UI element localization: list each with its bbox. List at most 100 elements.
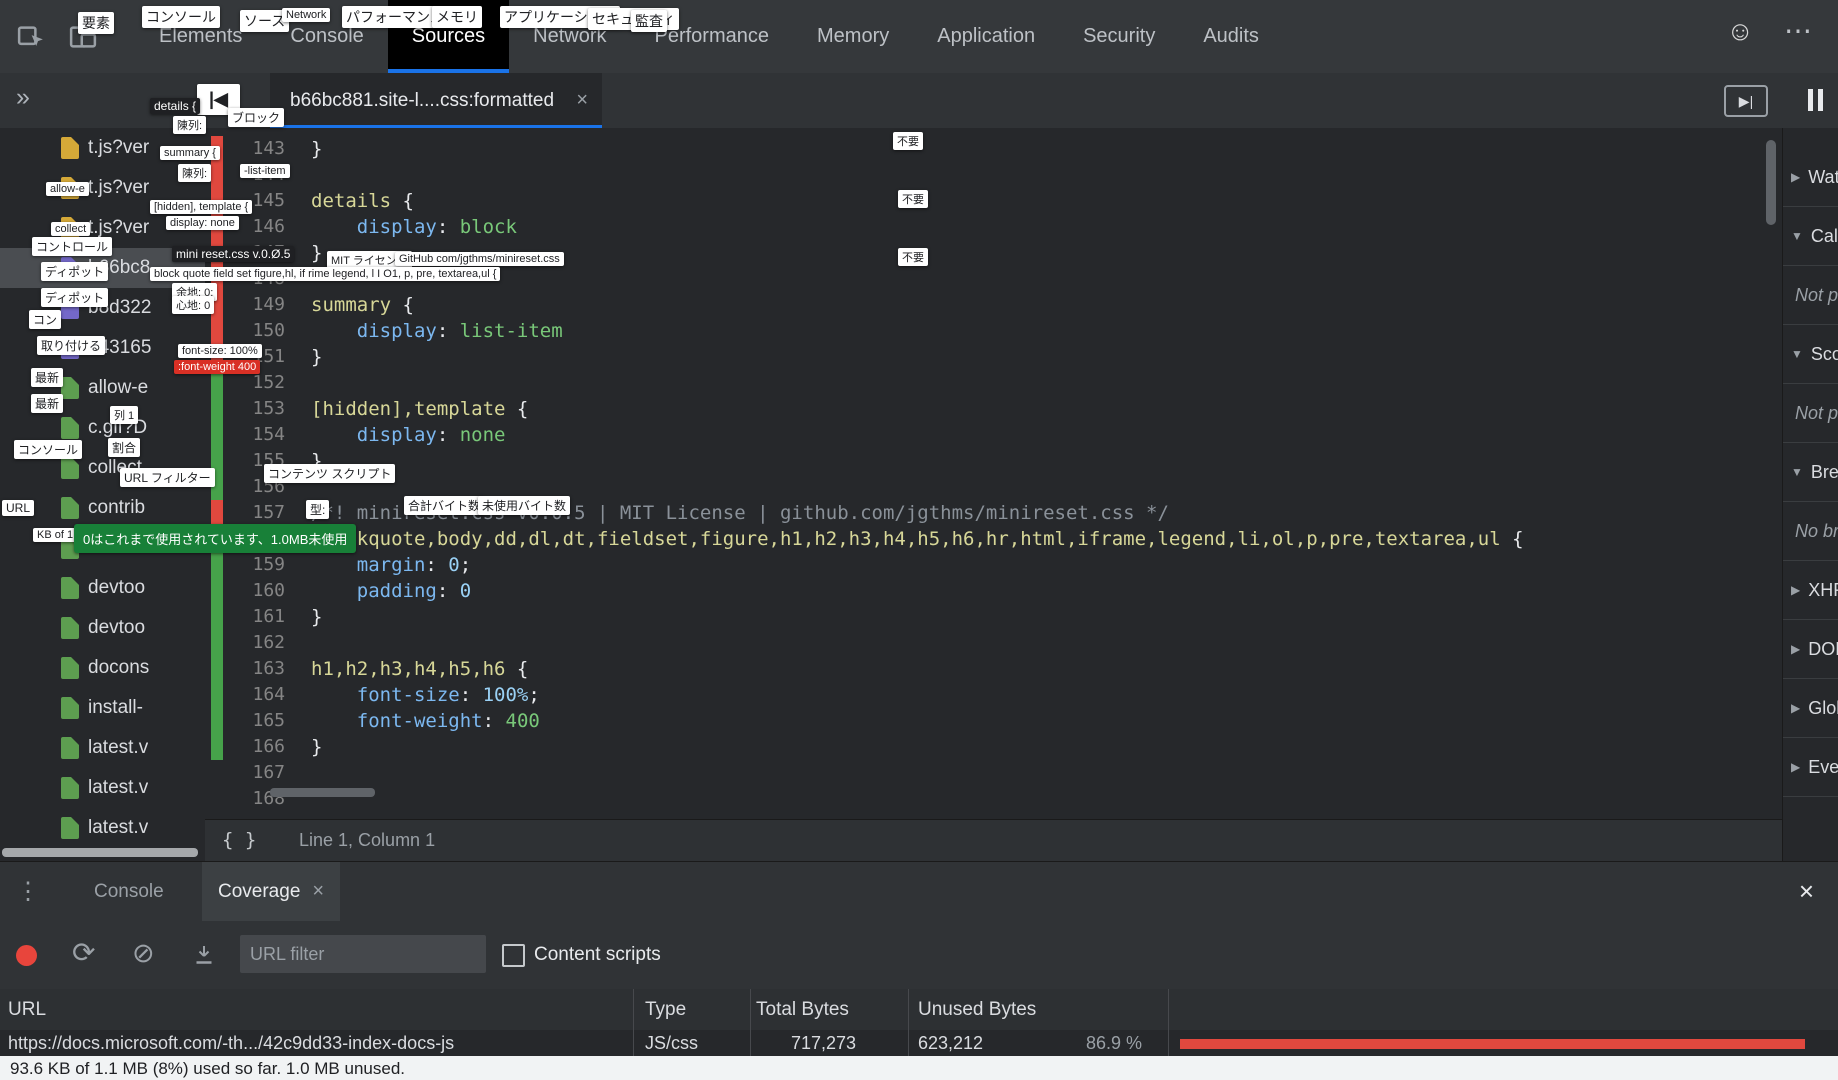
- drawer-tab-coverage[interactable]: Coverage×: [202, 862, 340, 921]
- line-number[interactable]: 163: [223, 656, 299, 682]
- debug-section-event-listener-breakpoints[interactable]: ▶Event Listener Breakpoints: [1783, 738, 1838, 797]
- debug-section-xhr-breakpoints[interactable]: ▶XHR Breakpoints: [1783, 561, 1838, 620]
- code-text[interactable]: [hidden],template {: [299, 396, 528, 422]
- editor-file-tab[interactable]: b66bc881.site-l....css:formatted ×: [270, 73, 602, 128]
- line-number[interactable]: 160: [223, 578, 299, 604]
- translate-overlay: コンソール: [14, 440, 82, 459]
- file-item[interactable]: latest.v: [0, 768, 205, 808]
- line-number[interactable]: 161: [223, 604, 299, 630]
- row-url: https://docs.microsoft.com/-th.../42c9dd…: [8, 1030, 454, 1056]
- drawer-close-icon[interactable]: ×: [1799, 862, 1814, 921]
- translate-overlay: コン: [29, 310, 61, 329]
- code-text[interactable]: display: list-item: [299, 318, 563, 344]
- translate-overlay: 最新: [31, 394, 63, 413]
- format-braces-icon[interactable]: { }: [222, 820, 256, 861]
- tab-audits[interactable]: Audits: [1179, 0, 1283, 73]
- code-text[interactable]: }: [299, 734, 322, 760]
- feedback-smiley-icon[interactable]: ☺: [1726, 16, 1754, 47]
- code-text[interactable]: display: block: [299, 214, 517, 240]
- file-icon: [61, 777, 79, 799]
- code-text[interactable]: }: [299, 344, 322, 370]
- column-header[interactable]: Type: [645, 989, 686, 1030]
- export-icon[interactable]: [192, 943, 216, 972]
- line-number[interactable]: 166: [223, 734, 299, 760]
- content-scripts-checkbox[interactable]: [502, 944, 525, 967]
- line-number[interactable]: 143: [223, 136, 299, 162]
- code-text[interactable]: [299, 630, 311, 656]
- line-number[interactable]: 165: [223, 708, 299, 734]
- file-item[interactable]: latest.v: [0, 728, 205, 768]
- file-item[interactable]: docons: [0, 648, 205, 688]
- horizontal-scrollbar[interactable]: [270, 788, 375, 797]
- run-icon[interactable]: ▶|: [1724, 85, 1768, 117]
- line-number[interactable]: 162: [223, 630, 299, 656]
- line-number[interactable]: 167: [223, 760, 299, 786]
- table-row[interactable]: https://docs.microsoft.com/-th.../42c9dd…: [0, 1030, 1838, 1056]
- url-filter-input[interactable]: [240, 935, 486, 973]
- clear-icon[interactable]: ⊘: [132, 938, 155, 969]
- code-text[interactable]: padding: 0: [299, 578, 471, 604]
- code-text[interactable]: }: [299, 240, 322, 266]
- pause-icon[interactable]: [1806, 89, 1826, 111]
- code-text[interactable]: summary {: [299, 292, 414, 318]
- code-text[interactable]: font-size: 100%;: [299, 682, 540, 708]
- debug-section-watch[interactable]: ▶Watch: [1783, 148, 1838, 207]
- code-text[interactable]: [299, 162, 311, 188]
- code-text[interactable]: display: none: [299, 422, 506, 448]
- row-type: JS/css: [645, 1030, 698, 1056]
- code-text[interactable]: font-weight: 400: [299, 708, 540, 734]
- tab-application[interactable]: Application: [913, 0, 1059, 73]
- line-number[interactable]: 157: [223, 500, 299, 526]
- file-item[interactable]: devtoo: [0, 568, 205, 608]
- drawer-menu-icon[interactable]: ⋮: [16, 862, 40, 921]
- line-number[interactable]: 154: [223, 422, 299, 448]
- debug-section-scope[interactable]: ▼Scope: [1783, 325, 1838, 384]
- record-button[interactable]: [16, 945, 37, 966]
- coverage-marker: [211, 786, 223, 812]
- code-text[interactable]: h1,h2,h3,h4,h5,h6 {: [299, 656, 528, 682]
- reload-icon[interactable]: ⟳: [72, 936, 95, 969]
- translate-overlay: 取り付ける: [37, 336, 105, 355]
- code-text[interactable]: details {: [299, 188, 414, 214]
- vertical-scrollbar[interactable]: [1766, 140, 1776, 225]
- close-icon[interactable]: ×: [312, 880, 324, 902]
- code-line: 153[hidden],template {: [205, 396, 1782, 422]
- file-item[interactable]: devtoo: [0, 608, 205, 648]
- code-text[interactable]: [299, 760, 311, 786]
- code-editor: 143}144145details {146 display: block147…: [205, 128, 1782, 861]
- file-label: devtoo: [88, 577, 145, 599]
- line-number[interactable]: 150: [223, 318, 299, 344]
- column-header[interactable]: Unused Bytes: [918, 989, 1036, 1030]
- column-header[interactable]: URL: [8, 989, 46, 1030]
- tab-security[interactable]: Security: [1059, 0, 1179, 73]
- line-number[interactable]: 159: [223, 552, 299, 578]
- more-menu-icon[interactable]: ⋯: [1784, 14, 1812, 47]
- tab-memory[interactable]: Memory: [793, 0, 913, 73]
- drawer-tab-console[interactable]: Console: [94, 862, 164, 921]
- debug-section-breakpoints[interactable]: ▼Breakpoints: [1783, 443, 1838, 502]
- code-text[interactable]: }: [299, 604, 322, 630]
- file-item[interactable]: latest.v: [0, 808, 205, 848]
- code-line: 168: [205, 786, 1782, 812]
- coverage-marker: [211, 552, 223, 578]
- debug-section-call-stack[interactable]: ▼Call Stack: [1783, 207, 1838, 266]
- close-icon[interactable]: ×: [576, 73, 588, 128]
- file-item[interactable]: install-: [0, 688, 205, 728]
- debug-section-global-listeners[interactable]: ▶Global Listeners: [1783, 679, 1838, 738]
- navigator-horizontal-scrollbar[interactable]: [2, 848, 198, 857]
- code-text[interactable]: [299, 370, 311, 396]
- code-line: 158blockquote,body,dd,dl,dt,fieldset,fig…: [205, 526, 1782, 552]
- translate-overlay: 陳列:: [173, 116, 206, 134]
- line-number[interactable]: 164: [223, 682, 299, 708]
- inspect-element-icon[interactable]: [16, 22, 46, 52]
- code-text[interactable]: }: [299, 136, 322, 162]
- column-header[interactable]: Total Bytes: [756, 989, 849, 1030]
- line-number[interactable]: 149: [223, 292, 299, 318]
- code-text[interactable]: blockquote,body,dd,dl,dt,fieldset,figure…: [299, 526, 1524, 552]
- line-number[interactable]: 153: [223, 396, 299, 422]
- file-label: t.js?ver: [88, 137, 149, 159]
- debug-section-dom-breakpoints[interactable]: ▶DOM Breakpoints: [1783, 620, 1838, 679]
- more-tabs-chevron-icon[interactable]: »: [16, 83, 30, 112]
- coverage-table-header: URL Type Total Bytes Unused Bytes: [0, 989, 1838, 1030]
- code-text[interactable]: margin: 0;: [299, 552, 471, 578]
